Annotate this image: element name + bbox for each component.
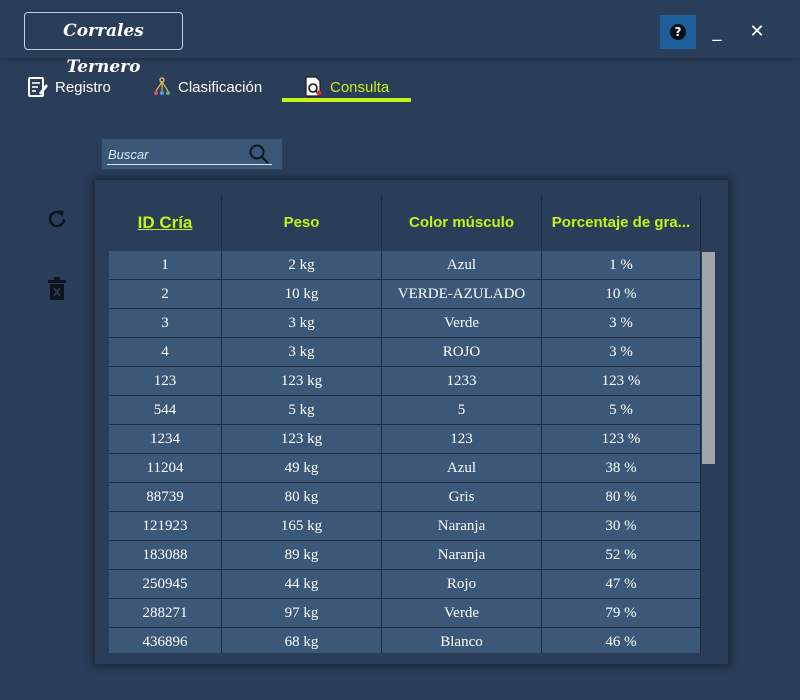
active-tab-indicator: [282, 98, 411, 102]
help-button[interactable]: ?: [660, 15, 696, 49]
cell-id: 3: [109, 309, 222, 338]
cell-porcentaje: 46 %: [542, 628, 701, 653]
refresh-icon[interactable]: [45, 207, 69, 231]
cell-id: 2: [109, 280, 222, 309]
table-row[interactable]: 1 2 kg Azul 1 %: [109, 251, 701, 280]
cell-id: 1234: [109, 425, 222, 454]
tab-clasificacion[interactable]: Clasificación: [152, 72, 262, 102]
table-row[interactable]: 544 5 kg 5 5 %: [109, 396, 701, 425]
table-row[interactable]: 123 123 kg 1233 123 %: [109, 367, 701, 396]
cell-color: 5: [382, 396, 542, 425]
table-header: ID Cría Peso Color músculo Porcentaje de…: [109, 196, 721, 250]
column-header-porcentaje[interactable]: Porcentaje de gra...: [542, 196, 701, 250]
cell-color: ROJO: [382, 338, 542, 367]
cell-peso: 49 kg: [222, 454, 382, 483]
cell-peso: 97 kg: [222, 599, 382, 628]
cell-color: Rojo: [382, 570, 542, 599]
column-header-peso[interactable]: Peso: [222, 196, 382, 250]
table-row[interactable]: 3 3 kg Verde 3 %: [109, 309, 701, 338]
cell-porcentaje: 123 %: [542, 367, 701, 396]
column-header-id[interactable]: ID Cría: [109, 196, 222, 250]
cell-peso: 3 kg: [222, 338, 382, 367]
column-header-color[interactable]: Color músculo: [382, 196, 542, 250]
cell-id: 250945: [109, 570, 222, 599]
cell-color: 123: [382, 425, 542, 454]
cell-porcentaje: 3 %: [542, 309, 701, 338]
cell-id: 288271: [109, 599, 222, 628]
tab-clasificacion-label: Clasificación: [178, 78, 263, 96]
cell-porcentaje: 3 %: [542, 338, 701, 367]
app-title: Corrales Ternero: [24, 12, 183, 77]
hierarchy-icon: [154, 77, 170, 95]
cell-peso: 44 kg: [222, 570, 382, 599]
cell-peso: 5 kg: [222, 396, 382, 425]
cell-peso: 10 kg: [222, 280, 382, 309]
cell-peso: 123 kg: [222, 425, 382, 454]
cell-porcentaje: 30 %: [542, 512, 701, 541]
cell-color: 1233: [382, 367, 542, 396]
cell-peso: 2 kg: [222, 251, 382, 280]
close-button[interactable]: ✕: [739, 15, 775, 49]
cell-color: Naranja: [382, 541, 542, 570]
cell-color: Naranja: [382, 512, 542, 541]
table-row[interactable]: 88739 80 kg Gris 80 %: [109, 483, 701, 512]
table-row[interactable]: 2 10 kg VERDE-AZULADO 10 %: [109, 280, 701, 309]
search-icon[interactable]: [248, 143, 270, 165]
cell-color: Verde: [382, 599, 542, 628]
cell-color: Verde: [382, 309, 542, 338]
cell-porcentaje: 47 %: [542, 570, 701, 599]
table-row[interactable]: 11204 49 kg Azul 38 %: [109, 454, 701, 483]
cell-id: 121923: [109, 512, 222, 541]
cell-porcentaje: 38 %: [542, 454, 701, 483]
cell-id: 436896: [109, 628, 222, 653]
search-document-icon: [305, 76, 322, 97]
cell-porcentaje: 1 %: [542, 251, 701, 280]
cell-id: 1: [109, 251, 222, 280]
tab-registro-label: Registro: [55, 78, 111, 96]
table-body[interactable]: 1 2 kg Azul 1 % 2 10 kg VERDE-AZULADO 10…: [109, 251, 701, 653]
cell-porcentaje: 10 %: [542, 280, 701, 309]
minimize-button[interactable]: _: [699, 15, 735, 49]
cell-peso: 80 kg: [222, 483, 382, 512]
scrollbar-thumb[interactable]: [702, 252, 715, 464]
cell-porcentaje: 52 %: [542, 541, 701, 570]
cell-porcentaje: 123 %: [542, 425, 701, 454]
table-row[interactable]: 4 3 kg ROJO 3 %: [109, 338, 701, 367]
edit-document-icon: [28, 77, 48, 97]
cell-color: Blanco: [382, 628, 542, 653]
table-row[interactable]: 1234 123 kg 123 123 %: [109, 425, 701, 454]
table-row[interactable]: 250945 44 kg Rojo 47 %: [109, 570, 701, 599]
help-icon: ?: [670, 24, 686, 40]
cell-peso: 3 kg: [222, 309, 382, 338]
cell-porcentaje: 79 %: [542, 599, 701, 628]
cell-id: 4: [109, 338, 222, 367]
table-row[interactable]: 436896 68 kg Blanco 46 %: [109, 628, 701, 653]
cell-porcentaje: 5 %: [542, 396, 701, 425]
cell-peso: 68 kg: [222, 628, 382, 653]
tab-consulta-label: Consulta: [330, 78, 390, 96]
cell-peso: 165 kg: [222, 512, 382, 541]
cell-color: Azul: [382, 454, 542, 483]
table-row[interactable]: 183088 89 kg Naranja 52 %: [109, 541, 701, 570]
cell-porcentaje: 80 %: [542, 483, 701, 512]
cell-peso: 89 kg: [222, 541, 382, 570]
table-row[interactable]: 121923 165 kg Naranja 30 %: [109, 512, 701, 541]
cell-id: 544: [109, 396, 222, 425]
cell-id: 183088: [109, 541, 222, 570]
cell-color: Azul: [382, 251, 542, 280]
table-row[interactable]: 288271 97 kg Verde 79 %: [109, 599, 701, 628]
trash-icon[interactable]: [48, 277, 66, 301]
cell-peso: 123 kg: [222, 367, 382, 396]
cell-color: Gris: [382, 483, 542, 512]
cell-id: 123: [109, 367, 222, 396]
title-bar: Corrales Ternero ? _ ✕: [0, 0, 800, 77]
cell-color: VERDE-AZULADO: [382, 280, 542, 309]
cell-id: 11204: [109, 454, 222, 483]
cell-id: 88739: [109, 483, 222, 512]
tab-registro[interactable]: Registro: [27, 72, 111, 102]
